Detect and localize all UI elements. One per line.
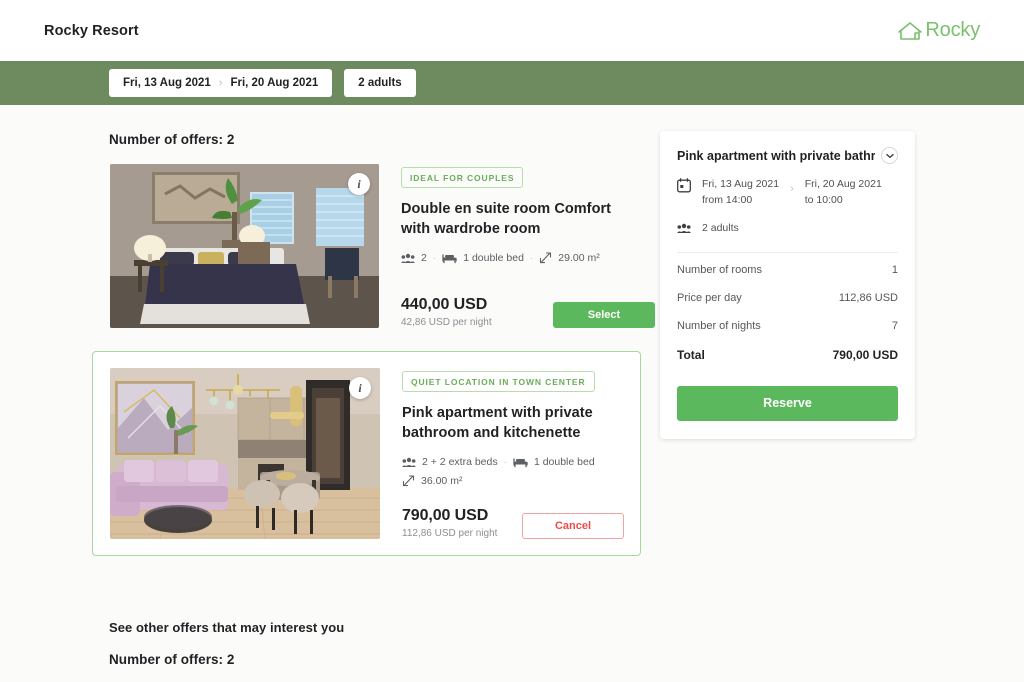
bed-icon <box>513 456 528 468</box>
offer-thumbnail-wrap: i <box>110 164 379 328</box>
rocky-logo[interactable]: Rocky <box>897 19 980 42</box>
cancel-button[interactable]: Cancel <box>522 513 624 539</box>
offer-guests: 2 + 2 extra beds <box>402 456 498 468</box>
other-offers-section: See other offers that may interest you N… <box>109 556 1024 667</box>
resize-icon <box>539 252 552 264</box>
offer-price-row: 440,00 USD 42,86 USD per night Select <box>401 282 655 328</box>
summary-row-nights: Number of nights 7 <box>677 312 898 340</box>
summary-row-value: 7 <box>891 319 898 332</box>
date-range-pill[interactable]: Fri, 13 Aug 2021 › Fri, 20 Aug 2021 <box>109 69 333 97</box>
info-icon[interactable]: i <box>349 377 371 399</box>
bed-icon <box>442 252 457 264</box>
offer-guests-value: 2 + 2 extra beds <box>422 456 498 468</box>
offer-bed-value: 1 double bed <box>463 252 524 264</box>
summary-row-label: Price per day <box>677 291 742 304</box>
offer-thumbnail-wrap: i <box>110 368 380 539</box>
offer-area-value: 36.00 m² <box>421 475 463 487</box>
summary-header: Pink apartment with private bathroom <box>677 147 898 164</box>
offer-bed-value: 1 double bed <box>533 456 595 468</box>
offer-details: IDEAL FOR COUPLES Double en suite room C… <box>379 164 655 328</box>
meta-separator: · <box>503 456 507 468</box>
resize-icon <box>402 475 415 487</box>
offer-photo[interactable] <box>110 368 380 539</box>
offer-price: 790,00 USD 112,86 USD per night <box>402 507 497 539</box>
chevron-down-icon[interactable] <box>881 147 898 164</box>
summary-total-value: 790,00 USD <box>832 347 898 362</box>
property-name: Rocky Resort <box>44 22 139 39</box>
booking-summary-panel: Pink apartment with private bathroom Fri… <box>660 131 915 439</box>
offer-card[interactable]: i IDEAL FOR COUPLES Double en suite room… <box>109 163 656 329</box>
offer-photo[interactable] <box>110 164 379 328</box>
guests-pill[interactable]: 2 adults <box>344 69 416 97</box>
offer-tag: QUIET LOCATION IN TOWN CENTER <box>402 371 595 392</box>
summary-guests-row: 2 adults <box>677 222 898 237</box>
other-offers-count: Number of offers: 2 <box>109 652 235 667</box>
summary-check-in-date: Fri, 13 Aug 2021 <box>702 178 780 190</box>
summary-row-value: 112,86 USD <box>838 291 898 304</box>
top-bar: Rocky Resort Rocky <box>0 0 1024 61</box>
summary-row-label: Number of rooms <box>677 263 762 276</box>
offer-guests-value: 2 <box>421 252 427 264</box>
summary-title: Pink apartment with private bathroom <box>677 148 875 163</box>
other-offers-heading: See other offers that may interest you <box>109 620 345 635</box>
summary-check-in: Fri, 13 Aug 2021 from 14:00 <box>702 177 779 209</box>
date-separator-icon: › <box>218 77 223 89</box>
offer-price-per-night: 112,86 USD per night <box>402 528 498 539</box>
offer-title: Double en suite room Comfort with wardro… <box>401 201 612 237</box>
select-button[interactable]: Select <box>553 302 655 328</box>
offer-details: QUIET LOCATION IN TOWN CENTER Pink apart… <box>380 368 624 539</box>
offer-tag: IDEAL FOR COUPLES <box>401 167 524 188</box>
offer-area-value: 29.00 m² <box>558 252 600 264</box>
offer-meta: 2 + 2 extra beds · 1 double bed 36.00 m² <box>402 456 624 487</box>
check-out-date: Fri, 20 Aug 2021 <box>230 77 319 89</box>
people-icon <box>401 253 415 264</box>
main-content: Number of offers: 2 i IDEAL FOR COUPLES … <box>0 105 1024 667</box>
offer-price-row: 790,00 USD 112,86 USD per night Cancel <box>402 493 624 539</box>
offer-price: 440,00 USD 42,86 USD per night <box>401 296 492 328</box>
offer-bed: 1 double bed <box>442 252 524 264</box>
summary-dates-row: Fri, 13 Aug 2021 from 14:00 › Fri, 20 Au… <box>677 177 898 209</box>
summary-row-price-per-day: Price per day 112,86 USD <box>677 284 898 312</box>
check-in-date: Fri, 13 Aug 2021 <box>123 77 211 89</box>
people-icon <box>402 457 416 468</box>
offer-guests: 2 <box>401 252 427 264</box>
offer-title: Pink apartment with private bathroom and… <box>402 405 593 441</box>
summary-divider <box>677 251 898 253</box>
summary-check-out: Fri, 20 Aug 2021 to 10:00 <box>805 177 882 209</box>
offer-price-total: 440,00 USD <box>401 296 488 313</box>
summary-row-value: 1 <box>891 263 898 276</box>
meta-separator: · <box>432 252 437 264</box>
offer-meta: 2 · 1 double bed · 29.00 m² <box>401 252 641 264</box>
date-separator-icon: › <box>790 183 794 195</box>
summary-total-label: Total <box>677 347 705 362</box>
logo-text: Rocky <box>925 19 980 41</box>
people-icon <box>677 222 691 237</box>
summary-check-in-time: from 14:00 <box>702 193 753 206</box>
offer-card-selected[interactable]: i QUIET LOCATION IN TOWN CENTER Pink apa… <box>92 351 641 556</box>
summary-row-total: Total 790,00 USD <box>677 340 898 370</box>
offer-area: 29.00 m² <box>539 252 600 264</box>
summary-check-out-time: to 10:00 <box>804 193 843 206</box>
search-bar: Fri, 13 Aug 2021 › Fri, 20 Aug 2021 2 ad… <box>0 61 1024 105</box>
reserve-button[interactable]: Reserve <box>677 385 898 421</box>
offer-bed: 1 double bed <box>513 456 595 468</box>
summary-guests-value: 2 adults <box>702 221 739 234</box>
calendar-icon <box>677 177 691 196</box>
meta-separator: · <box>529 252 534 264</box>
info-icon[interactable]: i <box>348 173 370 195</box>
offer-price-per-night: 42,86 USD per night <box>401 317 492 328</box>
summary-row-label: Number of nights <box>677 319 761 332</box>
summary-date-range: Fri, 13 Aug 2021 from 14:00 › Fri, 20 Au… <box>702 177 882 209</box>
summary-check-out-date: Fri, 20 Aug 2021 <box>804 178 882 190</box>
house-icon <box>897 20 923 42</box>
summary-row-rooms: Number of rooms 1 <box>677 256 898 284</box>
offer-area: 36.00 m² <box>402 475 624 487</box>
offer-price-total: 790,00 USD <box>402 507 489 524</box>
